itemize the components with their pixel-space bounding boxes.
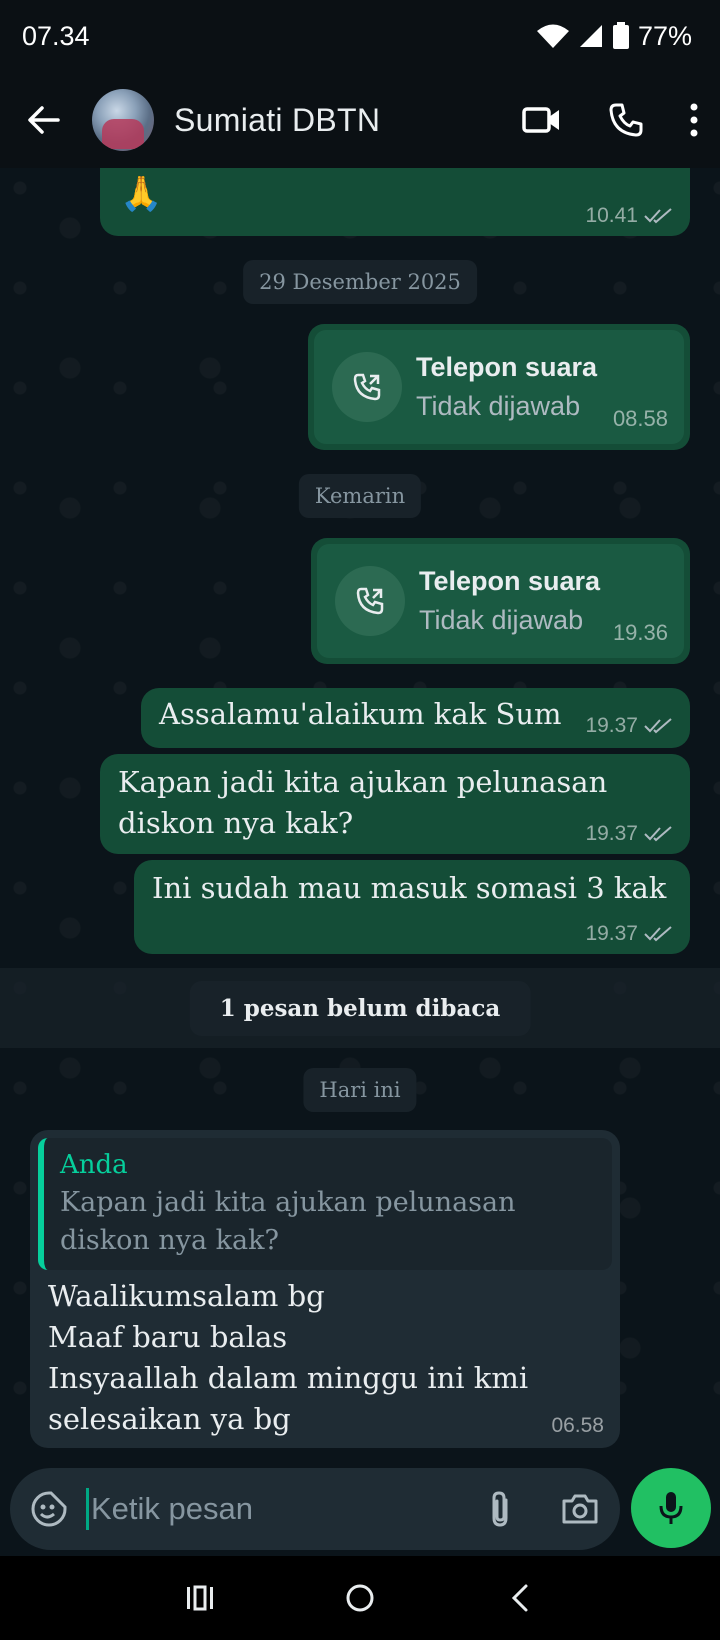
- chat-area[interactable]: 🙏 10.41 29 Desember 2025 Telepon suara T…: [0, 168, 720, 1468]
- message-text-line: Kapan jadi kita ajukan pelunasan: [118, 765, 608, 799]
- composer-bar: Ketik pesan: [0, 1468, 720, 1556]
- message-time: 10.41: [585, 204, 672, 228]
- call-status: Tidak dijawab: [419, 605, 584, 635]
- message-time: 19.37: [585, 714, 672, 738]
- date-separator: 29 Desember 2025: [243, 260, 477, 304]
- battery-percent: 77%: [637, 20, 692, 51]
- quoted-message[interactable]: Anda Kapan jadi kita ajukan pelunasan di…: [38, 1138, 612, 1270]
- status-icons: 77%: [536, 21, 692, 52]
- voice-message-button[interactable]: [631, 1468, 711, 1548]
- message-bubble-partial[interactable]: 🙏 10.41: [100, 168, 690, 236]
- home-button[interactable]: [320, 1558, 400, 1638]
- pray-emoji: 🙏: [120, 175, 163, 213]
- recent-apps-button[interactable]: [160, 1558, 240, 1638]
- back-arrow-icon: [28, 106, 60, 134]
- message-input[interactable]: Ketik pesan: [91, 1491, 460, 1527]
- missed-call-card[interactable]: Telepon suara Tidak dijawab 08.58: [308, 324, 690, 450]
- unread-count-label: 1 pesan belum dibaca: [189, 981, 531, 1036]
- text-cursor: [86, 1488, 89, 1530]
- double-check-icon: [644, 826, 672, 842]
- avatar[interactable]: [92, 89, 154, 151]
- call-icon-circle: [335, 566, 405, 636]
- double-check-icon: [644, 208, 672, 224]
- attach-button[interactable]: [460, 1468, 540, 1550]
- outgoing-call-icon: [356, 587, 384, 615]
- double-check-icon: [644, 718, 672, 734]
- back-nav-button[interactable]: [480, 1558, 560, 1638]
- more-options-button[interactable]: [668, 72, 720, 168]
- camera-button[interactable]: [540, 1468, 620, 1550]
- message-bubble[interactable]: Ini sudah mau masuk somasi 3 kak 19.37: [134, 860, 690, 954]
- message-time: 19.36: [612, 620, 668, 645]
- voice-call-button[interactable]: [584, 72, 668, 168]
- date-separator: Kemarin: [298, 474, 422, 518]
- call-icon-circle: [332, 352, 402, 422]
- message-text: Ini sudah mau masuk somasi 3 kak: [152, 871, 667, 905]
- message-input-container[interactable]: Ketik pesan: [10, 1468, 620, 1550]
- message-time: 06.58: [551, 1414, 604, 1437]
- message-time: 08.58: [612, 406, 668, 431]
- outgoing-call-icon: [353, 373, 381, 401]
- battery-icon: [612, 22, 629, 49]
- message-time: 19.37: [585, 822, 672, 846]
- video-call-icon: [522, 107, 559, 133]
- signal-icon: [579, 25, 602, 47]
- message-text-line: Waalikumsalam bg: [48, 1279, 325, 1313]
- status-time: 07.34: [22, 20, 90, 51]
- voice-call-icon: [609, 103, 643, 137]
- message-text-line: selesaikan ya bg: [48, 1402, 291, 1436]
- home-circle-icon: [346, 1584, 374, 1612]
- wifi-icon: [536, 24, 569, 48]
- system-nav-bar: [0, 1556, 720, 1640]
- call-title: Telepon suara: [419, 566, 601, 596]
- date-separator: Hari ini: [303, 1068, 417, 1112]
- back-button[interactable]: [0, 72, 86, 168]
- more-vert-icon: [690, 103, 698, 137]
- message-bubble[interactable]: Assalamu'alaikum kak Sum 19.37: [141, 688, 690, 748]
- message-text-line: Insyaallah dalam minggu ini kmi: [48, 1361, 529, 1395]
- missed-call-card[interactable]: Telepon suara Tidak dijawab 19.36: [311, 538, 690, 664]
- sticker-button[interactable]: [14, 1468, 84, 1550]
- recent-apps-icon: [187, 1585, 213, 1611]
- quote-author: Anda: [60, 1150, 128, 1180]
- status-bar: 07.34 77%: [0, 0, 720, 72]
- message-time: 19.37: [585, 922, 672, 946]
- double-check-icon: [644, 926, 672, 942]
- incoming-message-bubble[interactable]: Anda Kapan jadi kita ajukan pelunasan di…: [30, 1130, 620, 1448]
- microphone-icon: [659, 1492, 683, 1524]
- video-call-button[interactable]: [500, 72, 584, 168]
- message-bubble[interactable]: Kapan jadi kita ajukan pelunasan diskon …: [100, 754, 690, 854]
- sticker-icon: [31, 1491, 67, 1527]
- camera-icon: [562, 1494, 598, 1524]
- chevron-left-icon: [511, 1584, 528, 1612]
- quote-text-line: diskon nya kak?: [60, 1225, 279, 1256]
- quote-text-line: Kapan jadi kita ajukan pelunasan: [60, 1187, 516, 1218]
- call-status: Tidak dijawab: [416, 391, 581, 421]
- call-title: Telepon suara: [416, 352, 598, 382]
- message-text-line: Maaf baru balas: [48, 1320, 288, 1354]
- contact-name[interactable]: Sumiati DBTN: [174, 102, 500, 139]
- paperclip-icon: [492, 1491, 508, 1527]
- chat-header: Sumiati DBTN: [0, 72, 720, 168]
